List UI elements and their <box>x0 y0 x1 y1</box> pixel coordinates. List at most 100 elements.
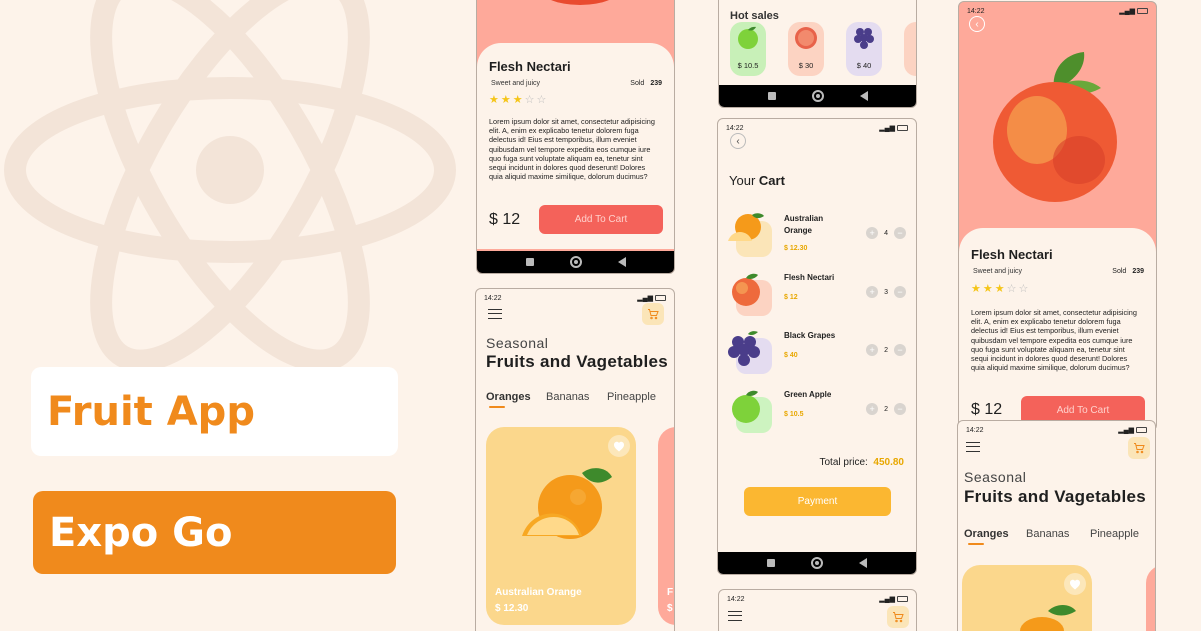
tab-bananas[interactable]: Bananas <box>1026 528 1069 540</box>
cart-item-name: Australian Orange <box>784 214 824 235</box>
status-time: 14:22 <box>966 426 984 434</box>
phone-hot-sales: Hot sales $ 10.5 $ 30 $ 40 <box>718 0 917 108</box>
chevron-left-icon: ‹ <box>736 135 740 147</box>
cart-item[interactable]: Flesh Nectari $ 12 +3− <box>726 270 908 320</box>
star-icon[interactable]: ★★★ <box>489 94 525 106</box>
hot-sale-peach[interactable] <box>904 22 916 76</box>
minus-button[interactable]: − <box>894 403 906 415</box>
status-time: 14:22 <box>484 294 502 302</box>
star-empty-icon[interactable]: ☆☆ <box>525 94 549 106</box>
cart-item[interactable]: Green Apple $ 10.5 +2− <box>726 387 908 437</box>
tab-bananas[interactable]: Bananas <box>546 391 589 403</box>
total-price-value: 450.80 <box>873 457 904 468</box>
recents-icon[interactable] <box>767 559 775 567</box>
recents-icon[interactable] <box>767 92 776 100</box>
phone-home-2: 14:22 ▂▄▆ Seasonal Fruits and Vagetables … <box>957 420 1156 631</box>
quantity-stepper: +4− <box>866 227 906 239</box>
product-price: $ 12 <box>489 211 521 228</box>
sold-label: Sold <box>1112 268 1127 275</box>
phone-detail: 14:22 ▂▄▆ ‹ Flesh Nectari Sweet and juicy… <box>958 1 1157 431</box>
featured-fruit-price: $ 12.30 <box>495 603 529 614</box>
tab-pineapple[interactable]: Pineapple <box>1090 528 1139 540</box>
tab-oranges[interactable]: Oranges <box>486 391 531 403</box>
recents-icon[interactable] <box>525 258 534 266</box>
cart-title: Your Cart <box>729 173 785 188</box>
back-button[interactable]: ‹ <box>730 133 746 149</box>
product-description: Lorem ipsum dolor sit amet, consectetur … <box>489 117 655 182</box>
battery-icon <box>1136 427 1147 433</box>
hot-sale-price: $ 30 <box>798 61 814 70</box>
cart-item-name: Green Apple <box>784 390 832 399</box>
status-bar: 14:22 ▂▄▆ <box>484 293 666 303</box>
featured-fruit-card[interactable] <box>962 565 1092 631</box>
grapes-icon <box>854 28 874 49</box>
battery-icon <box>897 596 908 602</box>
phone-detail-cropped: Flesh Nectari Sweet and juicy Sold 239 ★★… <box>476 0 675 274</box>
favorite-heart-icon[interactable] <box>608 435 630 457</box>
status-time: 14:22 <box>967 7 985 15</box>
quantity-value: 3 <box>884 288 888 296</box>
peach-image <box>993 52 1117 202</box>
promo-subtitle: Expo Go <box>49 509 233 556</box>
payment-button[interactable]: Payment <box>744 487 891 516</box>
home-icon[interactable] <box>811 90 824 102</box>
back-button[interactable]: ‹ <box>969 16 985 32</box>
plus-button[interactable]: + <box>866 286 879 298</box>
phone-home: 14:22 ▂▄▆ Seasonal Fruits and Vagetables … <box>475 288 675 631</box>
promo-title: Fruit App <box>47 388 255 435</box>
menu-icon[interactable] <box>728 611 742 621</box>
cart-item-price: $ 10.5 <box>784 411 804 418</box>
cart-item-name: Flesh Nectari <box>784 273 835 282</box>
chevron-left-icon: ‹ <box>975 18 979 30</box>
plus-button[interactable]: + <box>866 344 879 356</box>
cart-item[interactable]: Australian Orange $ 12.30 +4− <box>726 211 908 261</box>
quantity-value: 2 <box>884 346 888 354</box>
back-nav-icon[interactable] <box>617 257 626 267</box>
minus-button[interactable]: − <box>894 227 906 239</box>
cart-item[interactable]: Black Grapes $ 40 +2− <box>726 328 908 378</box>
home-icon[interactable] <box>569 256 582 268</box>
status-icons: ▂▄▆ <box>637 294 666 302</box>
product-title: Flesh Nectari <box>489 59 571 74</box>
menu-icon[interactable] <box>966 442 980 452</box>
product-title: Flesh Nectari <box>971 247 1053 262</box>
tab-pineapple[interactable]: Pineapple <box>607 391 656 403</box>
minus-button[interactable]: − <box>894 344 906 356</box>
star-empty-icon[interactable]: ☆☆ <box>1007 283 1031 295</box>
phone-home-cropped: 14:22 ▂▄▆ <box>718 589 917 631</box>
hot-sale-grapefruit[interactable]: $ 30 <box>788 22 824 76</box>
back-nav-icon[interactable] <box>859 91 868 101</box>
status-icons: ▂▄▆ <box>1119 7 1148 15</box>
next-fruit-card[interactable]: F $ <box>658 427 674 625</box>
status-icons: ▂▄▆ <box>879 124 908 132</box>
tab-oranges[interactable]: Oranges <box>964 528 1009 540</box>
cart-icon[interactable] <box>642 303 664 325</box>
quantity-stepper: +3− <box>866 286 906 298</box>
featured-fruit-card[interactable]: Australian Orange $ 12.30 <box>486 427 636 625</box>
plus-button[interactable]: + <box>866 403 879 415</box>
add-to-cart-button[interactable]: Add To Cart <box>539 205 663 234</box>
star-icon[interactable]: ★★★ <box>971 283 1007 295</box>
cart-icon[interactable] <box>887 606 909 628</box>
hot-sale-grapes[interactable]: $ 40 <box>846 22 882 76</box>
featured-fruit-name: Australian Orange <box>495 587 582 598</box>
next-fruit-name: F <box>667 587 674 598</box>
hot-sale-apple[interactable]: $ 10.5 <box>730 22 766 76</box>
expo-go-label: Expo Go <box>33 491 396 574</box>
active-tab-indicator <box>968 543 984 545</box>
fruit-app-label: Fruit App <box>31 367 398 456</box>
menu-icon[interactable] <box>488 309 502 319</box>
favorite-heart-icon[interactable] <box>1064 573 1086 595</box>
android-navbar <box>718 552 916 574</box>
minus-button[interactable]: − <box>894 286 906 298</box>
status-bar: 14:22 ▂▄▆ <box>967 6 1148 16</box>
home-icon[interactable] <box>811 557 823 569</box>
back-nav-icon[interactable] <box>859 558 867 568</box>
plus-button[interactable]: + <box>866 227 879 239</box>
next-fruit-card[interactable] <box>1146 565 1155 631</box>
hot-sales-title: Hot sales <box>730 10 779 22</box>
cart-icon[interactable] <box>1128 437 1150 459</box>
quantity-stepper: +2− <box>866 344 906 356</box>
home-title: Fruits and Vagetables <box>964 487 1147 506</box>
cart-title-prefix: Your <box>729 173 756 188</box>
